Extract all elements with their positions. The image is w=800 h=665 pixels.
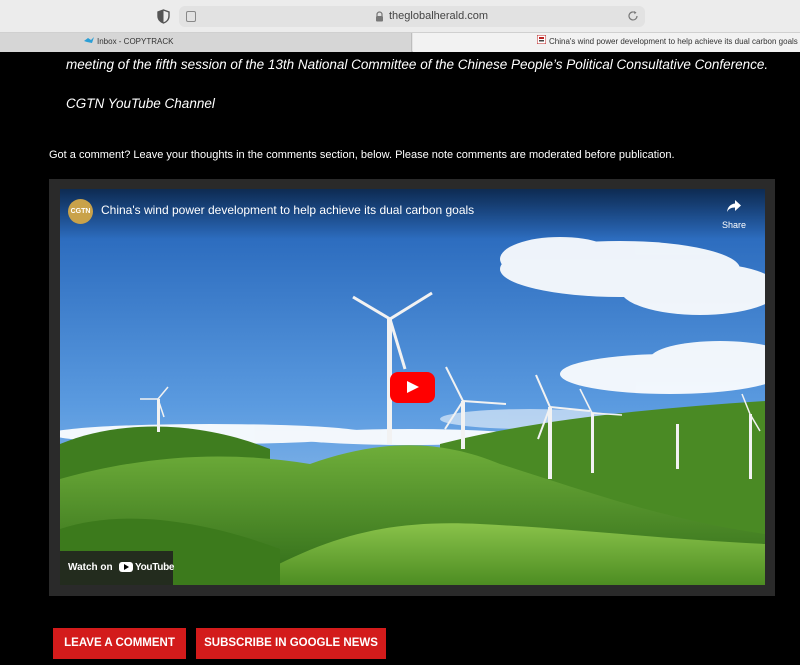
subscribe-google-news-button[interactable]: SUBSCRIBE IN GOOGLE NEWS (196, 628, 386, 659)
address-bar[interactable]: theglobalherald.com (179, 6, 645, 27)
video-title[interactable]: China's wind power development to help a… (101, 203, 474, 217)
lock-icon (376, 11, 383, 22)
reader-icon[interactable] (186, 11, 196, 22)
video-player[interactable]: CGTN China's wind power development to h… (60, 189, 765, 585)
shield-icon[interactable] (157, 9, 170, 24)
copytrack-icon (84, 33, 94, 51)
tab-label: China's wind power development to help a… (549, 37, 800, 47)
share-icon (727, 200, 741, 212)
tab-inbox[interactable]: Inbox - COPYTRACK (0, 33, 412, 52)
channel-logo[interactable]: CGTN (68, 199, 93, 224)
play-icon (407, 381, 419, 393)
comment-note: Got a comment? Leave your thoughts in th… (49, 149, 675, 161)
tab-label: Inbox - COPYTRACK (97, 37, 174, 47)
share-label: Share (721, 220, 747, 230)
watch-on-label: Watch on (68, 562, 113, 573)
site-favicon-icon (536, 33, 547, 51)
url-text: theglobalherald.com (389, 10, 489, 22)
share-button[interactable]: Share (719, 199, 749, 230)
reload-icon[interactable] (627, 10, 639, 22)
tab-bar: Inbox - COPYTRACK China's wind power dev… (0, 33, 800, 52)
article-intro-text: meeting of the fifth session of the 13th… (66, 57, 769, 72)
source-credit: CGTN YouTube Channel (66, 96, 215, 111)
leave-comment-button[interactable]: LEAVE A COMMENT (53, 628, 186, 659)
play-button[interactable] (390, 372, 435, 403)
browser-toolbar: theglobalherald.com (0, 0, 800, 33)
youtube-wordmark: YouTube (135, 562, 175, 573)
watch-on-youtube-button[interactable]: Watch on YouTube (60, 551, 175, 585)
youtube-icon (119, 562, 133, 572)
tab-article[interactable]: China's wind power development to help a… (413, 33, 800, 52)
